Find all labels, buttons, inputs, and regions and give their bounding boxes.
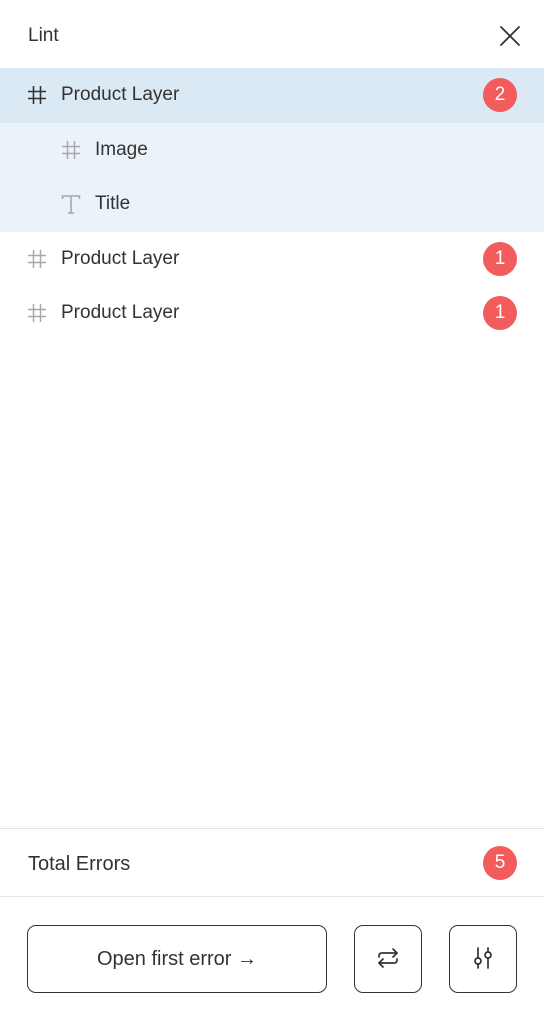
text-icon [60, 193, 82, 215]
layer-row-image[interactable]: Image [0, 122, 544, 177]
footer-actions: Open first error → [0, 897, 544, 1020]
frame-icon [60, 139, 82, 161]
frame-icon [26, 248, 48, 270]
lint-panel: Lint Product Layer 2 Image Title Product… [0, 0, 544, 1020]
layer-list: Product Layer 2 Image Title Product Laye… [0, 68, 544, 341]
layer-label: Product Layer [61, 247, 180, 269]
total-errors-bar: Total Errors 5 [0, 828, 544, 897]
settings-button[interactable] [449, 925, 517, 993]
layer-label: Product Layer [61, 84, 180, 106]
layer-row-title[interactable]: Title [0, 177, 544, 232]
panel-title: Lint [28, 25, 59, 46]
layer-row-product-layer-2[interactable]: Product Layer 1 [0, 232, 544, 287]
swap-icon [374, 944, 402, 975]
total-errors-label: Total Errors [28, 853, 131, 875]
panel-header: Lint [0, 0, 544, 68]
layer-label: Product Layer [61, 302, 180, 324]
open-first-error-button[interactable]: Open first error → [27, 925, 327, 993]
error-count-badge: 2 [483, 78, 517, 113]
layer-label: Image [95, 138, 148, 160]
layer-label: Title [95, 193, 131, 215]
swap-button[interactable] [354, 925, 422, 993]
frame-icon [26, 84, 48, 106]
total-errors-badge: 5 [483, 846, 517, 880]
error-count-badge: 1 [483, 241, 517, 276]
error-count-badge: 1 [483, 296, 517, 331]
settings-sliders-icon [469, 944, 497, 975]
layer-row-product-layer-3[interactable]: Product Layer 1 [0, 286, 544, 341]
close-icon[interactable] [496, 22, 524, 50]
layer-row-product-layer-1[interactable]: Product Layer 2 [0, 68, 544, 123]
frame-icon [26, 302, 48, 324]
